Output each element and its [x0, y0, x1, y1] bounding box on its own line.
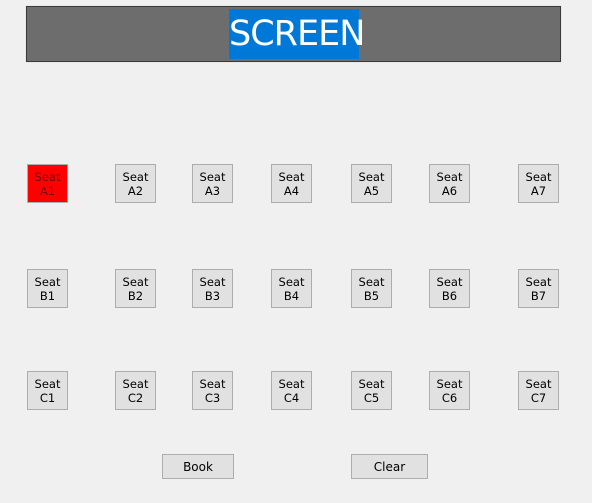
seat-label-line1: Seat [199, 169, 226, 184]
seat-label-line1: Seat [525, 274, 552, 289]
seat-c6[interactable]: Seat C6 [429, 371, 470, 410]
seat-label-line2: B3 [204, 288, 221, 303]
seat-label-line1: Seat [278, 169, 305, 184]
seat-label-line1: Seat [525, 169, 552, 184]
seat-c4[interactable]: Seat C4 [271, 371, 312, 410]
screen-textbox[interactable]: SCREEN [25, 5, 562, 63]
seat-label-line1: Seat [358, 169, 385, 184]
seat-label-line2: C4 [283, 390, 300, 405]
seat-label-line2: A7 [530, 183, 547, 198]
seat-label-line1: Seat [122, 376, 149, 391]
seat-b6[interactable]: Seat B6 [429, 269, 470, 308]
seat-label-line1: Seat [122, 169, 149, 184]
seat-label-line2: A4 [283, 183, 300, 198]
seat-label-line1: Seat [199, 376, 226, 391]
seat-b2[interactable]: Seat B2 [115, 269, 156, 308]
seat-label-line1: Seat [122, 274, 149, 289]
seat-label-line1: Seat [278, 376, 305, 391]
seat-b5[interactable]: Seat B5 [351, 269, 392, 308]
seat-label-line1: Seat [436, 376, 463, 391]
seat-label-line1: Seat [436, 274, 463, 289]
book-button[interactable]: Book [162, 454, 234, 479]
seat-label-line1: Seat [34, 376, 61, 391]
seat-label-line1: Seat [34, 274, 61, 289]
seat-label-line1: Seat [358, 274, 385, 289]
seat-label-line2: B7 [530, 288, 547, 303]
seat-a5[interactable]: Seat A5 [351, 164, 392, 203]
seat-c3[interactable]: Seat C3 [192, 371, 233, 410]
seat-c1[interactable]: Seat C1 [27, 371, 68, 410]
seat-label-line2: B2 [127, 288, 144, 303]
screen-label-selected: SCREEN [229, 9, 365, 59]
seat-label-line2: B4 [283, 288, 300, 303]
seat-label-line2: A6 [441, 183, 458, 198]
seat-label-line2: C2 [127, 390, 144, 405]
seat-a2[interactable]: Seat A2 [115, 164, 156, 203]
seat-label-line1: Seat [525, 376, 552, 391]
seat-a7[interactable]: Seat A7 [518, 164, 559, 203]
seat-label-line1: Seat [199, 274, 226, 289]
seat-label-line2: A3 [204, 183, 221, 198]
seat-label-line2: C5 [363, 390, 380, 405]
seat-label-line1: Seat [278, 274, 305, 289]
clear-button[interactable]: Clear [351, 454, 428, 479]
seat-c7[interactable]: Seat C7 [518, 371, 559, 410]
seat-label-line2: B5 [363, 288, 380, 303]
seat-c2[interactable]: Seat C2 [115, 371, 156, 410]
seat-label-line2: B1 [39, 288, 56, 303]
seat-label-line2: A1 [39, 183, 56, 198]
seat-label-line2: A5 [363, 183, 380, 198]
seat-a4[interactable]: Seat A4 [271, 164, 312, 203]
seat-b4[interactable]: Seat B4 [271, 269, 312, 308]
seat-b3[interactable]: Seat B3 [192, 269, 233, 308]
seat-label-line2: C6 [441, 390, 458, 405]
seat-a3[interactable]: Seat A3 [192, 164, 233, 203]
seat-b7[interactable]: Seat B7 [518, 269, 559, 308]
seat-a6[interactable]: Seat A6 [429, 164, 470, 203]
seat-label-line2: C3 [204, 390, 221, 405]
seat-b1[interactable]: Seat B1 [27, 269, 68, 308]
seat-label-line2: B6 [441, 288, 458, 303]
seat-label-line1: Seat [358, 376, 385, 391]
seat-a1[interactable]: Seat A1 [27, 164, 68, 203]
seat-label-line1: Seat [436, 169, 463, 184]
seat-label-line2: C7 [530, 390, 547, 405]
seat-label-line2: C1 [39, 390, 56, 405]
seat-label-line2: A2 [127, 183, 144, 198]
seat-label-line1: Seat [34, 169, 61, 184]
seat-c5[interactable]: Seat C5 [351, 371, 392, 410]
